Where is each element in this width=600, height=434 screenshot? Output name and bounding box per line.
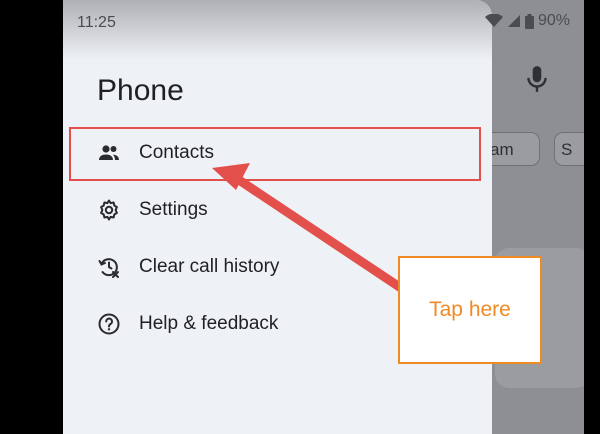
wifi-icon (484, 14, 503, 27)
tap-here-callout: Tap here (398, 256, 542, 364)
gear-icon (100, 199, 118, 221)
battery-percent: 90% (537, 12, 570, 29)
history-clear-icon (98, 258, 119, 278)
filter-chip-label: S (561, 140, 573, 159)
status-time: 11:25 (77, 14, 116, 31)
menu-item-label: Settings (139, 199, 208, 220)
callout-text: Tap here (429, 298, 511, 321)
menu-item-help-feedback[interactable]: Help & feedback (97, 304, 278, 344)
menu-item-label: Help & feedback (139, 313, 279, 334)
filter-chip[interactable]: S (554, 132, 584, 166)
menu-item-settings[interactable]: Settings (97, 190, 208, 230)
phone-screen: am S Phone Contacts Settings Clear call … (63, 0, 584, 434)
status-bar: 11:25 90% (63, 0, 584, 44)
navigation-drawer: Phone Contacts Settings Clear call histo… (63, 0, 492, 434)
battery-icon (524, 13, 534, 29)
microphone-icon[interactable] (524, 64, 550, 94)
contacts-highlight-box (69, 127, 481, 181)
menu-item-label: Clear call history (139, 256, 280, 277)
status-icons: 90% (484, 12, 570, 30)
menu-item-clear-call-history[interactable]: Clear call history (97, 247, 279, 287)
signal-icon (507, 15, 520, 27)
help-icon (98, 313, 120, 335)
filter-chip-label: am (490, 140, 514, 159)
drawer-title: Phone (97, 74, 184, 107)
